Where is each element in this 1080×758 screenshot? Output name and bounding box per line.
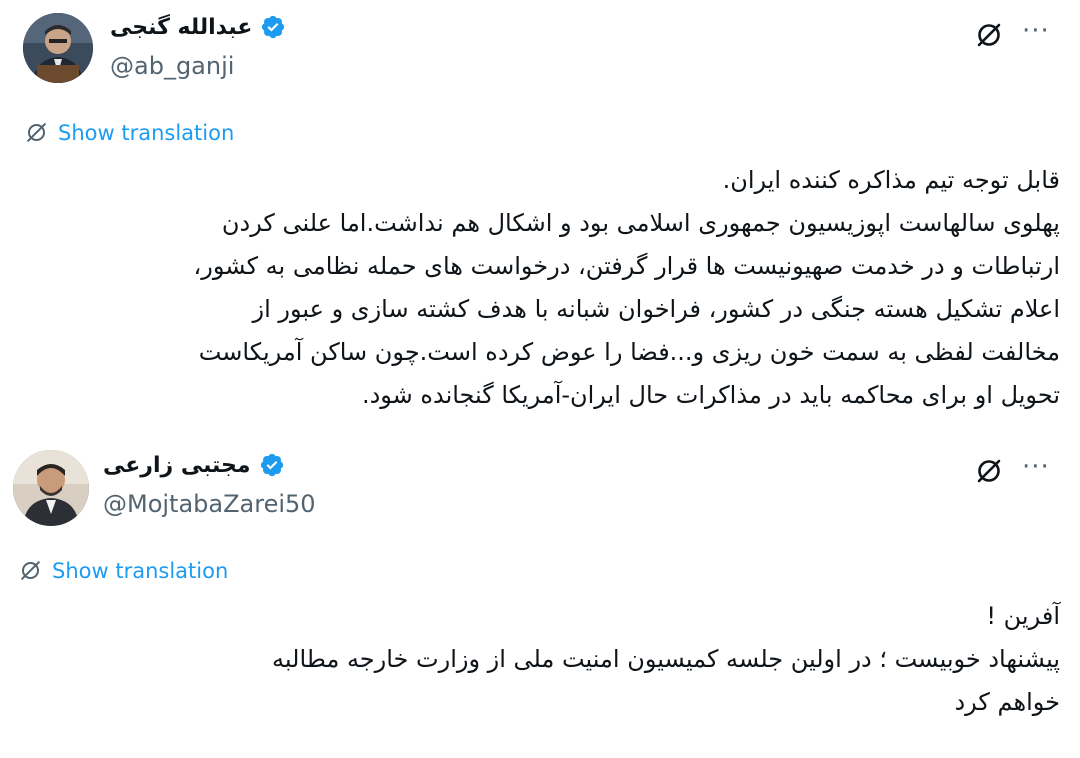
tweet-text-line: پهلوی سالهاست اپوزیسیون جمهوری اسلامی بو… (221, 209, 1060, 237)
tweet-text-line: مخالفت لفظی به سمت خون ریزی و...فضا را ع… (198, 338, 1060, 366)
show-translation-button[interactable]: Show translation (24, 120, 234, 145)
translate-icon (27, 123, 46, 142)
translate-icon (21, 561, 40, 580)
author-name-row: عبدالله گنجی (110, 14, 286, 40)
more-options-icon[interactable]: ··· (1022, 454, 1050, 480)
avatar-image (13, 450, 89, 526)
tweet-text-line: ارتباطات و در خدمت صهیونیست ها قرار گرفت… (193, 252, 1060, 280)
author-name-row: مجتبی زارعی (103, 452, 285, 478)
avatar[interactable] (23, 13, 93, 83)
tweet: عبدالله گنجی @ab_ganji ··· Show translat… (0, 0, 1080, 438)
tweet: مجتبی زارعی @MojtabaZarei50 ··· Show tra… (0, 438, 1080, 758)
handle[interactable]: @ab_ganji (110, 52, 234, 80)
handle[interactable]: @MojtabaZarei50 (103, 490, 316, 518)
tweet-text: قابل توجه تیم مذاکره کننده ایران. پهلوی … (20, 159, 1060, 417)
tweet-text-line: اعلام تشکیل هسته جنگی در کشور، فراخوان ش… (252, 295, 1060, 323)
display-name[interactable]: مجتبی زارعی (103, 453, 251, 478)
tweet-text-line: قابل توجه تیم مذاکره کننده ایران. (722, 166, 1060, 194)
avatar[interactable] (13, 450, 89, 526)
show-translation-button[interactable]: Show translation (18, 558, 228, 583)
verified-badge-icon (262, 15, 285, 39)
display-name[interactable]: عبدالله گنجی (110, 15, 252, 40)
tweet-text-line: خواهم کرد (954, 688, 1060, 716)
tweet-text-line: تحویل او برای محاکمه باید در مذاکرات حال… (361, 381, 1060, 409)
tweet-text-line: پیشنهاد خوبیست ؛ در اولین جلسه کمیسیون ا… (272, 645, 1060, 673)
tweet-text-line: آفرین ! (986, 602, 1060, 630)
grok-icon[interactable] (974, 20, 1004, 50)
show-translation-label: Show translation (58, 120, 235, 145)
avatar-image (23, 13, 93, 83)
more-options-icon[interactable]: ··· (1022, 18, 1050, 44)
verified-badge-icon (260, 453, 283, 477)
tweet-text: آفرین ! پیشنهاد خوبیست ؛ در اولین جلسه ک… (20, 595, 1060, 724)
grok-icon[interactable] (974, 456, 1004, 486)
show-translation-label: Show translation (52, 558, 229, 583)
